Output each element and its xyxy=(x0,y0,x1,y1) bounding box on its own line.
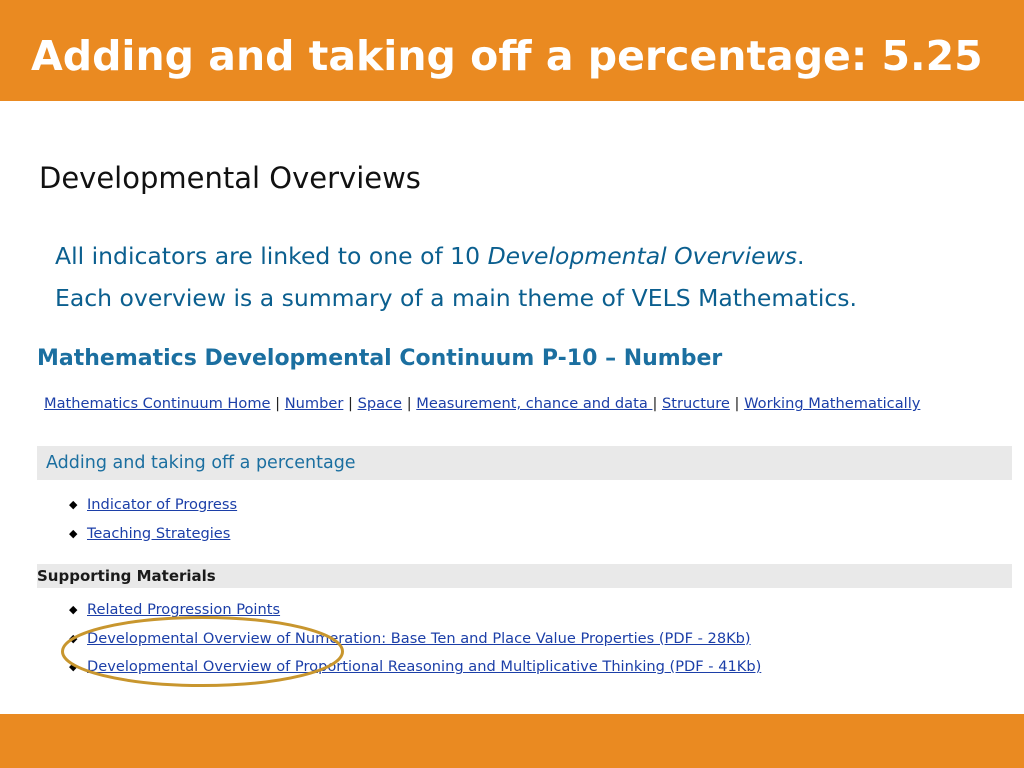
nav-separator: | xyxy=(348,395,353,412)
title-bar: Adding and taking off a percentage: 5.25 xyxy=(0,0,1024,101)
webpage-nav: Mathematics Continuum Home | Number | Sp… xyxy=(44,393,920,415)
nav-separator: | xyxy=(652,395,658,412)
list-item: ◆ Developmental Overview of Proportional… xyxy=(69,653,761,682)
link-overview-numeration[interactable]: Developmental Overview of Numeration: Ba… xyxy=(87,630,751,647)
list-item: ◆ Related Progression Points xyxy=(69,596,761,625)
nav-link-working-mathematically[interactable]: Working Mathematically xyxy=(744,395,920,412)
bullet-icon: ◆ xyxy=(69,660,78,673)
link-teaching-strategies[interactable]: Teaching Strategies xyxy=(87,525,230,542)
link-overview-proportional-reasoning[interactable]: Developmental Overview of Proportional R… xyxy=(87,658,761,675)
supporting-materials-bar: Supporting Materials xyxy=(37,564,1012,588)
webpage-title: Mathematics Developmental Continuum P-10… xyxy=(37,346,723,371)
list-item: ◆ Developmental Overview of Numeration: … xyxy=(69,625,761,654)
list-item: ◆ Teaching Strategies xyxy=(69,520,237,549)
nav-separator: | xyxy=(734,395,740,412)
nav-separator: | xyxy=(406,395,412,412)
link-related-progression-points[interactable]: Related Progression Points xyxy=(87,601,280,618)
nav-separator: | xyxy=(275,395,281,412)
nav-link-structure[interactable]: Structure xyxy=(662,395,730,412)
intro-line-1-prefix: All indicators are linked to one of 10 xyxy=(55,242,488,270)
section-link-list: ◆ Indicator of Progress ◆ Teaching Strat… xyxy=(69,491,237,548)
nav-link-continuum-home[interactable]: Mathematics Continuum Home xyxy=(44,395,271,412)
nav-link-measurement[interactable]: Measurement, chance and data xyxy=(416,395,652,412)
bullet-icon: ◆ xyxy=(69,603,78,616)
intro-line-2: Each overview is a summary of a main the… xyxy=(55,284,857,312)
supporting-materials-title: Supporting Materials xyxy=(37,567,216,585)
bullet-icon: ◆ xyxy=(69,498,78,511)
section-header-title: Adding and taking off a percentage xyxy=(46,453,356,473)
list-item: ◆ Indicator of Progress xyxy=(69,491,237,520)
link-indicator-of-progress[interactable]: Indicator of Progress xyxy=(87,496,237,513)
intro-line-1-suffix: . xyxy=(797,242,805,270)
section-header-bar: Adding and taking off a percentage xyxy=(37,446,1012,480)
footer-bar xyxy=(0,714,1024,768)
bullet-icon: ◆ xyxy=(69,526,78,540)
slide: Adding and taking off a percentage: 5.25… xyxy=(0,0,1024,768)
intro-line-1-emphasis: Developmental Overviews xyxy=(487,242,798,270)
supporting-link-list: ◆ Related Progression Points ◆ Developme… xyxy=(69,596,761,682)
bullet-icon: ◆ xyxy=(69,631,78,645)
nav-link-space[interactable]: Space xyxy=(358,395,402,412)
slide-title: Adding and taking off a percentage: 5.25 xyxy=(31,32,983,80)
section-heading: Developmental Overviews xyxy=(39,161,421,195)
intro-text: All indicators are linked to one of 10 D… xyxy=(55,235,857,319)
intro-line-1: All indicators are linked to one of 10 D… xyxy=(55,235,857,277)
nav-link-number[interactable]: Number xyxy=(285,395,344,412)
